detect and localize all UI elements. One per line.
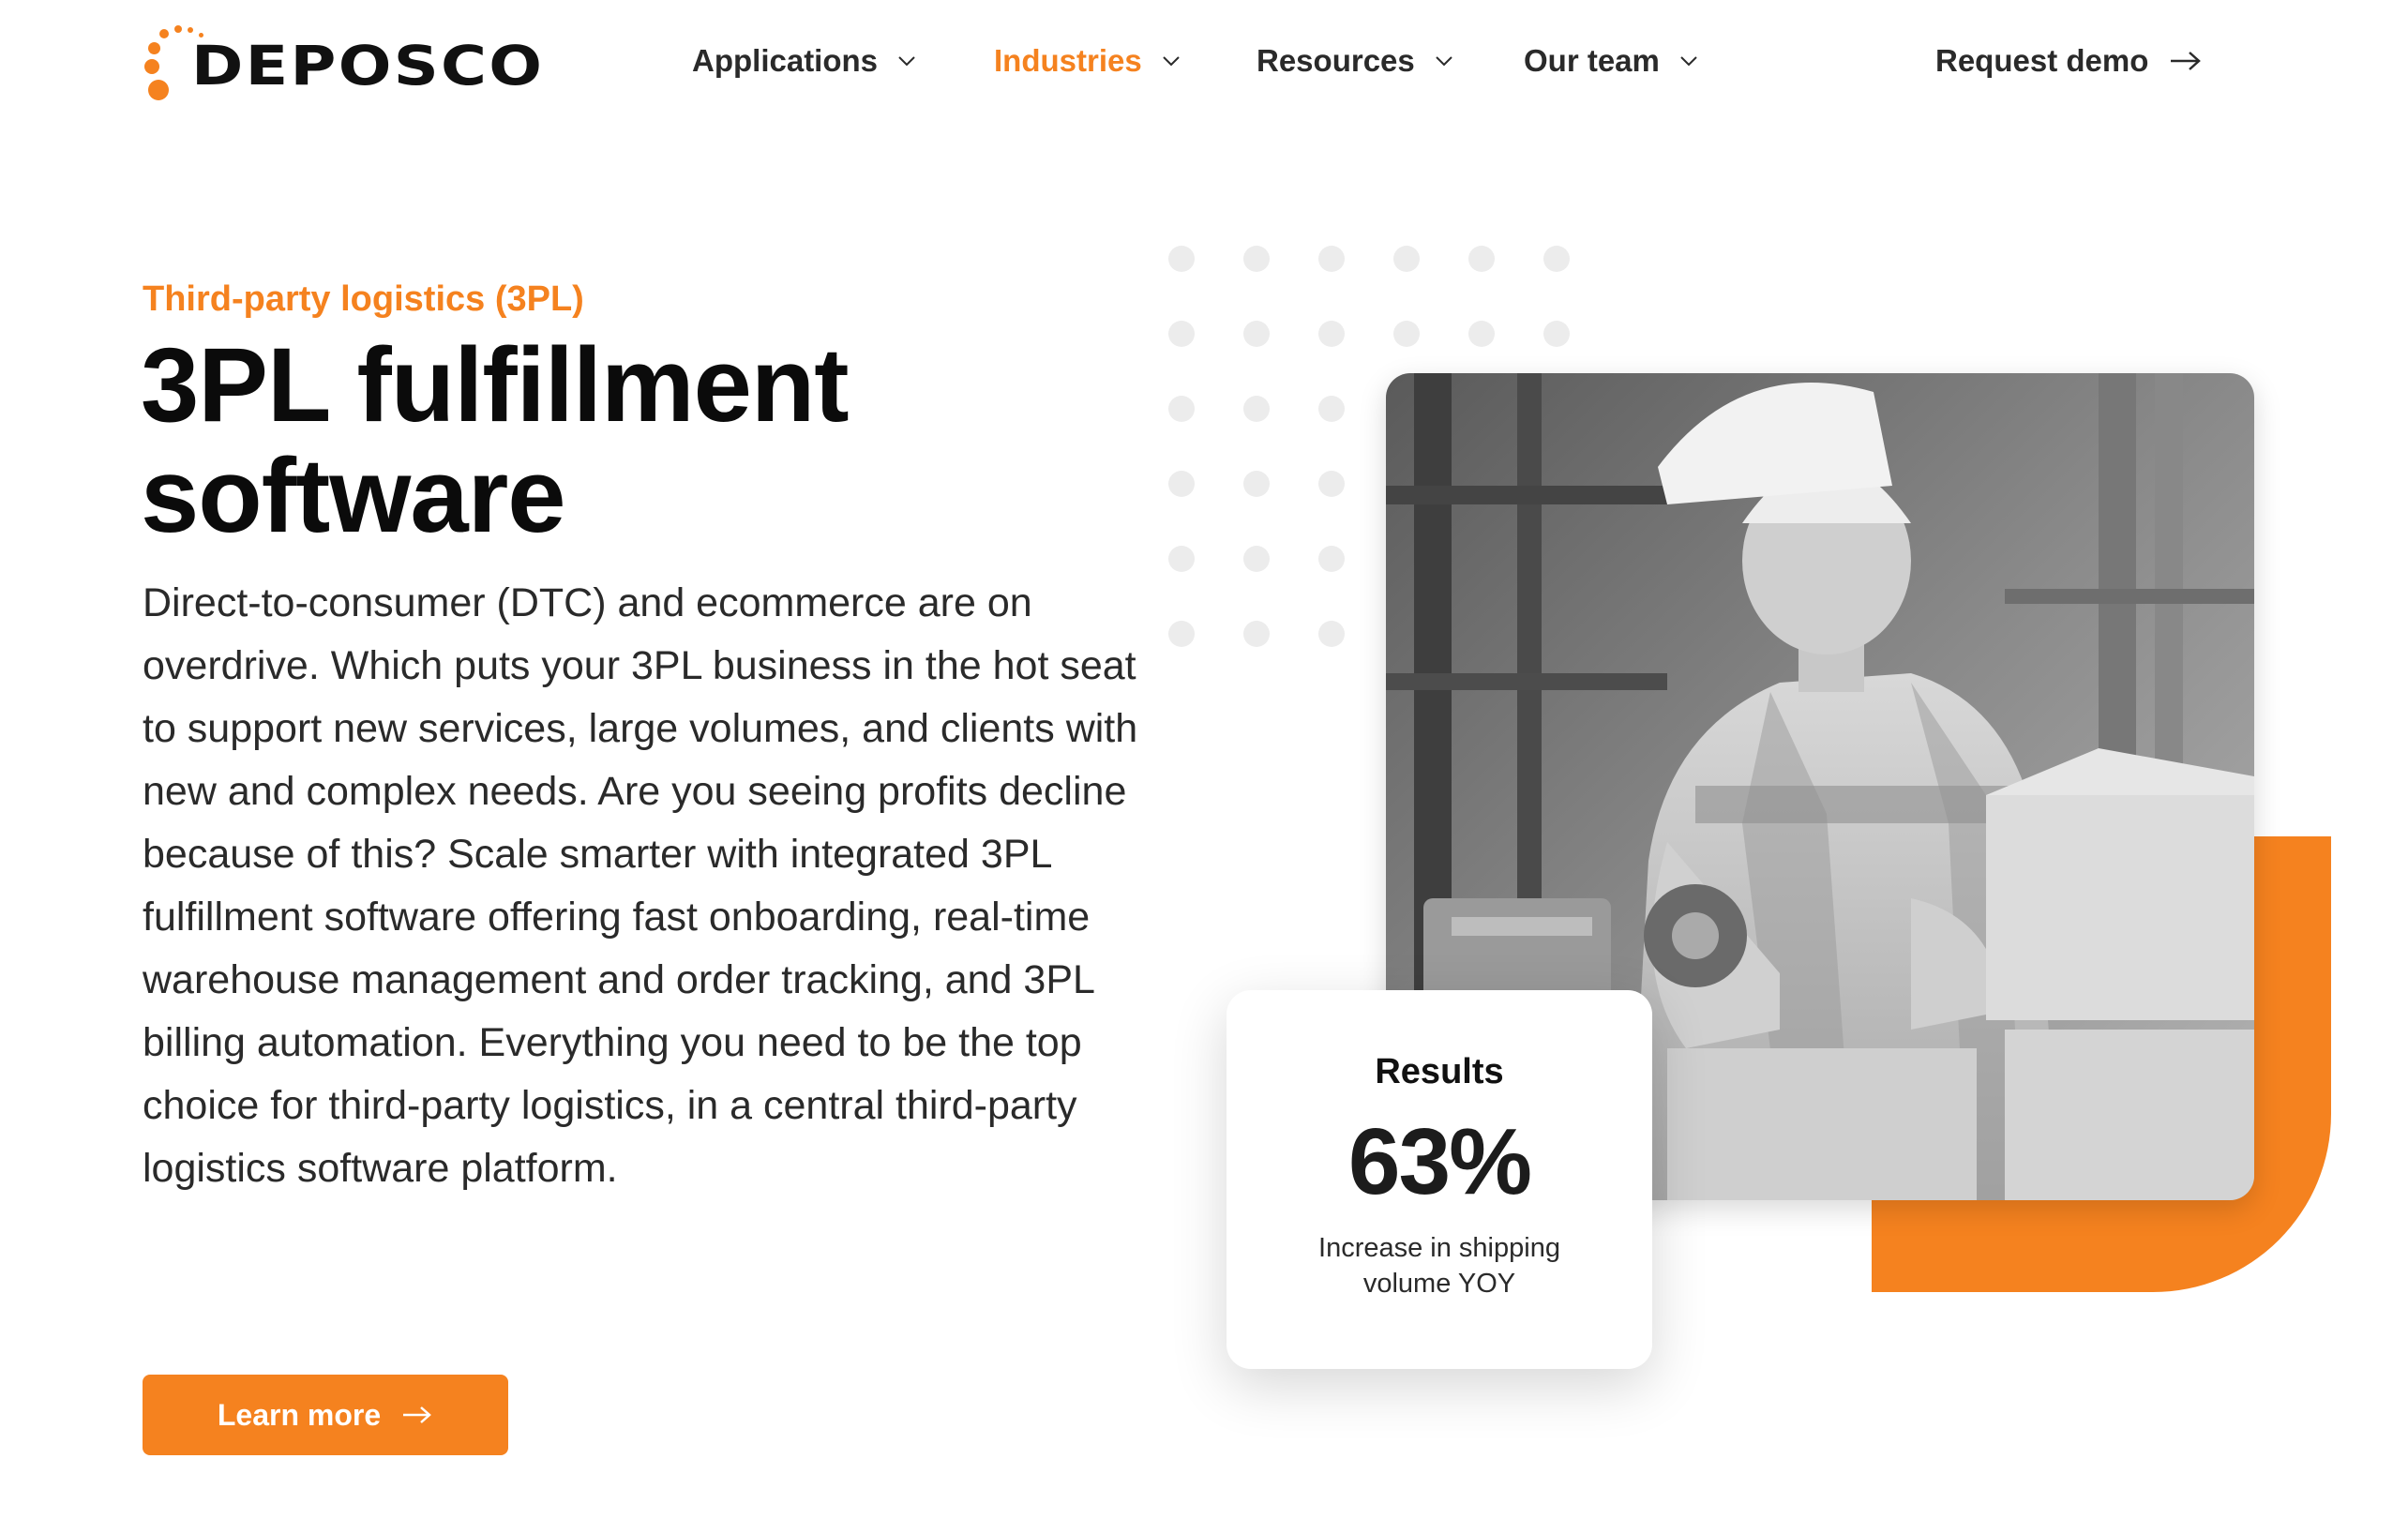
chevron-down-icon (898, 56, 915, 67)
nav-item-applications[interactable]: Applications (692, 38, 919, 84)
results-card: Results 63% Increase in shipping volume … (1227, 990, 1652, 1369)
learn-more-label: Learn more (217, 1397, 382, 1432)
nav-label: Industries (994, 43, 1142, 78)
arrow-right-icon (403, 1406, 432, 1423)
deposco-logo[interactable]: DEPOSCO (141, 19, 542, 113)
learn-more-button[interactable]: Learn more (143, 1375, 508, 1455)
request-demo-link[interactable]: Request demo (1935, 38, 2203, 84)
logo-dots-mark (141, 23, 203, 108)
request-demo-label: Request demo (1935, 43, 2149, 78)
results-card-value: 63% (1347, 1109, 1532, 1214)
page-title-line-2: software (141, 437, 566, 554)
chevron-down-icon (1162, 56, 1180, 67)
results-card-description: Increase in shipping volume YOY (1318, 1233, 1560, 1299)
arrow-right-icon (2171, 52, 2202, 70)
chevron-down-icon (1436, 56, 1452, 67)
nav-item-resources[interactable]: Resources (1257, 38, 1456, 84)
page-title-line-1: 3PL fulfillment (141, 326, 850, 444)
hero-eyebrow: Third-party logistics (3PL) (143, 279, 584, 319)
nav-label: Our team (1524, 43, 1660, 78)
nav-item-industries[interactable]: Industries (994, 38, 1183, 84)
chevron-down-icon (1680, 56, 1697, 67)
results-card-title: Results (1375, 1052, 1504, 1091)
hero-description: Direct-to-consumer (DTC) and ecommerce a… (143, 580, 1138, 1191)
nav-label: Applications (692, 43, 879, 78)
nav-item-our-team[interactable]: Our team (1524, 38, 1701, 84)
page-title: 3PL fulfillment software (141, 330, 1172, 551)
logo-wordmark: DEPOSCO (191, 34, 545, 98)
nav-label: Resources (1257, 43, 1415, 78)
